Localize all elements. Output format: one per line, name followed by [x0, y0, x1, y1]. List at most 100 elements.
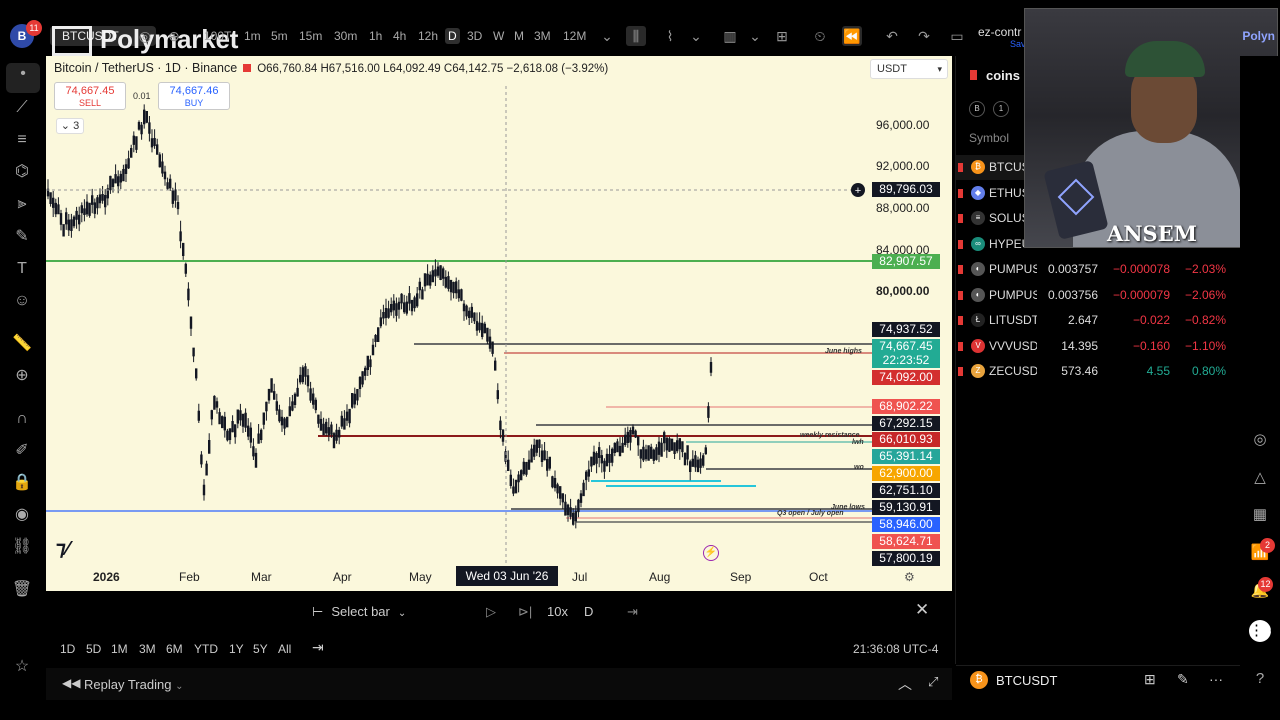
interval-D[interactable]: D [445, 28, 460, 44]
interval-12h[interactable]: 12h [418, 28, 438, 44]
replay-speed[interactable]: 10x [547, 604, 568, 619]
annotation-wo[interactable]: wo [854, 464, 864, 471]
replay-trading-tab[interactable]: Replay Trading ⌄ [84, 677, 183, 692]
apps-grid-icon[interactable]: ⋮⋮ [1249, 620, 1279, 642]
annotation-june-highs[interactable]: June highs [825, 348, 862, 355]
range-1D[interactable]: 1D [60, 642, 75, 656]
chevron-down-icon[interactable]: ⌄ [745, 26, 765, 46]
trash-icon[interactable]: 🗑 [11, 579, 33, 601]
pencil-lock-icon[interactable]: ✐ [11, 440, 33, 462]
calendar-icon[interactable]: ▦ [1249, 504, 1271, 526]
column-symbol[interactable]: Symbol [969, 131, 1009, 145]
emoji-icon[interactable]: ☺ [11, 290, 33, 312]
watchlist-row[interactable]: Z ZECUSDT 573.46 4.55 0.80% [956, 359, 1240, 384]
chevron-down-icon[interactable]: ⌄ [686, 26, 706, 46]
lock-icon[interactable]: 🔒 [11, 472, 33, 494]
replay-interval[interactable]: D [584, 604, 593, 619]
indicators-icon[interactable]: ⌇ [660, 26, 680, 46]
range-1M[interactable]: 1M [111, 642, 128, 656]
brush-icon[interactable]: ✎ [11, 226, 33, 248]
magnet-icon[interactable]: ∩ [11, 408, 33, 430]
interval-4h[interactable]: 4h [393, 28, 406, 44]
chart-pane[interactable]: + Bitcoin / TetherUS · 1D · Binance O66,7… [46, 56, 952, 591]
interval-3D[interactable]: 3D [467, 28, 482, 44]
play-icon[interactable]: ▷ [486, 604, 496, 620]
annotation-weekly-resistance[interactable]: weekly resistance [800, 432, 860, 439]
indicators-toggle[interactable]: ⌄ 3 [56, 118, 84, 134]
add-symbol-icon[interactable]: ⊕ [164, 26, 184, 46]
watchlist-btn[interactable]: B [969, 101, 985, 117]
eye-icon[interactable]: ◉ [11, 504, 33, 526]
projection-icon[interactable]: ⫸ [11, 193, 33, 215]
undo-icon[interactable]: ↶ [882, 26, 902, 46]
range-5Y[interactable]: 5Y [253, 642, 268, 656]
star-icon[interactable]: ☆ [11, 656, 33, 678]
help-icon[interactable]: ? [1249, 668, 1271, 690]
collapse-up-icon[interactable]: ︿ [898, 674, 912, 694]
select-bar-button[interactable]: ⊢ Select bar ⌄ [312, 604, 406, 620]
settings-gear-icon[interactable]: ⚙ [904, 570, 915, 584]
pattern-icon[interactable]: ⌬ [11, 161, 33, 183]
range-3M[interactable]: 3M [139, 642, 156, 656]
step-forward-icon[interactable]: ⊳| [518, 604, 532, 620]
range-5D[interactable]: 5D [86, 642, 101, 656]
lightning-icon[interactable]: ⚡ [703, 545, 719, 561]
triangle-icon[interactable]: △ [1249, 467, 1271, 489]
range-6M[interactable]: 6M [166, 642, 183, 656]
fib-icon[interactable]: ≡ [11, 129, 33, 151]
range-1Y[interactable]: 1Y [229, 642, 244, 656]
layout-icon[interactable]: ⊞ [1144, 671, 1156, 688]
symbol-title[interactable]: Bitcoin / TetherUS · 1D · Binance [54, 61, 237, 75]
interval-15m[interactable]: 15m [299, 28, 322, 44]
text-icon[interactable]: T [11, 258, 33, 280]
replay-icon[interactable]: ⏪ [842, 26, 862, 46]
tradingview-logo-icon[interactable]: ⁊⁄ [56, 536, 69, 561]
sell-button[interactable]: 74,667.45 SELL [54, 82, 126, 110]
more-icon[interactable]: ··· [1209, 671, 1223, 687]
range-YTD[interactable]: YTD [194, 642, 218, 656]
target-icon[interactable]: ◎ [1249, 429, 1271, 451]
chart-type-icon[interactable]: ▥ [720, 26, 740, 46]
crosshair-icon[interactable]: • [6, 63, 40, 93]
interval-1m[interactable]: 1m [244, 28, 261, 44]
close-icon[interactable]: ✕ [915, 600, 929, 620]
interval-W[interactable]: W [493, 28, 504, 44]
clock[interactable]: 21:36:08 UTC-4 [853, 642, 938, 656]
maximize-icon[interactable]: ⤢ [928, 674, 938, 690]
candles-icon[interactable]: ⫼ [626, 26, 646, 46]
buy-button[interactable]: 74,667.46 BUY [158, 82, 230, 110]
jump-to-realtime-icon[interactable]: ⇥ [627, 604, 638, 620]
watchlist-row[interactable]: ◐ PUMPUSDT 0.003756 −0.000079 −2.06% [956, 283, 1240, 308]
symbol-details-label[interactable]: BTCUSDT [996, 673, 1057, 688]
watchlist-title[interactable]: coins [986, 68, 1020, 83]
coin-icon: ◐ [971, 287, 985, 302]
zoom-icon[interactable]: ⊕ [11, 365, 33, 387]
eye-icon[interactable]: ◎ [135, 26, 155, 46]
layout-grid-icon[interactable]: ⊞ [772, 26, 792, 46]
range-All[interactable]: All [278, 642, 291, 656]
redo-icon[interactable]: ↷ [914, 26, 934, 46]
interval-12M[interactable]: 12M [563, 28, 586, 44]
watchlist-btn[interactable]: 1 [993, 101, 1009, 117]
interval-3M[interactable]: 3M [534, 28, 551, 44]
currency-select[interactable]: USDT ▾ [870, 59, 948, 79]
interval-1h[interactable]: 1h [369, 28, 382, 44]
go-to-date-icon[interactable]: ⇥ [312, 639, 324, 656]
trend-line-icon[interactable]: ⟋ [11, 97, 33, 119]
window-icon[interactable]: ▭ [947, 26, 967, 46]
interval-5m[interactable]: 5m [271, 28, 288, 44]
chevron-down-icon[interactable]: ⌄ [597, 26, 617, 46]
edit-icon[interactable]: ✎ [1177, 671, 1189, 688]
interval-M[interactable]: M [514, 28, 524, 44]
watchlist-row[interactable]: Ł LITUSDT 2.647 −0.022 −0.82% [956, 308, 1240, 333]
annotation-q3-open[interactable]: Q3 open / July open [777, 510, 844, 517]
annotation-lwh[interactable]: lwh [852, 439, 864, 446]
ruler-icon[interactable]: 📏 [11, 333, 33, 355]
alert-clock-icon[interactable]: ⏲ [810, 26, 830, 46]
watchlist-row[interactable]: ◐ PUMPUSDT 0.003757 −0.000078 −2.03% [956, 257, 1240, 282]
interval-30m[interactable]: 30m [334, 28, 357, 44]
row-change: −0.160 [1132, 338, 1170, 353]
link-icon[interactable]: ⛓ [11, 536, 33, 558]
watchlist-row[interactable]: V VVVUSDT 14.395 −0.160 −1.10% [956, 334, 1240, 359]
interval-100T[interactable]: 100T [204, 28, 231, 44]
